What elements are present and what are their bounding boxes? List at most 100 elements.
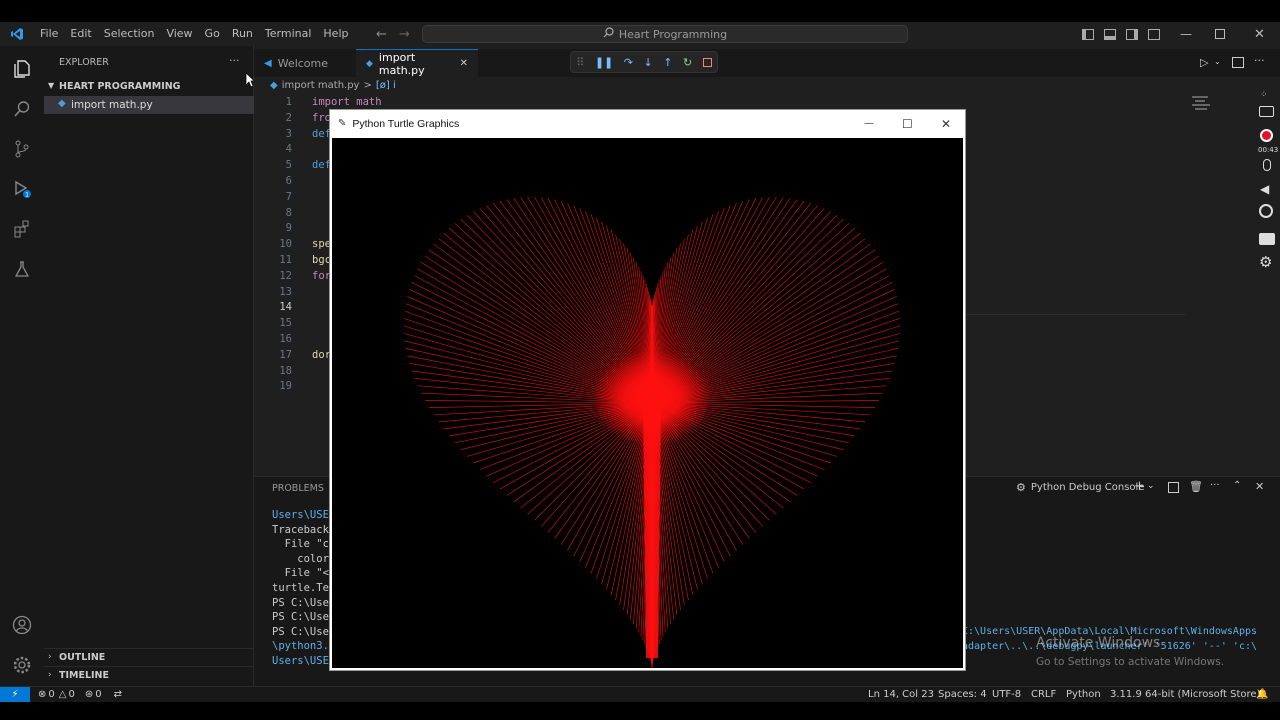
run-play-icon[interactable]: ▷ bbox=[1200, 56, 1208, 69]
split-editor-icon[interactable] bbox=[1232, 57, 1244, 68]
ports-icon[interactable]: ⊛ bbox=[85, 689, 93, 700]
timeline-section[interactable]: TIMELINE bbox=[59, 670, 109, 681]
breadcrumb-file[interactable]: import math.py bbox=[282, 80, 360, 91]
chevron-right-icon[interactable]: › bbox=[48, 670, 52, 680]
pause-icon[interactable]: ❚❚ bbox=[595, 56, 613, 69]
tab-problems[interactable]: PROBLEMS bbox=[272, 483, 324, 494]
menu-run[interactable]: Run bbox=[226, 22, 259, 46]
turtle-minimize-icon[interactable]: — bbox=[864, 118, 874, 129]
maximize-panel-icon[interactable]: ⌃ bbox=[1233, 480, 1241, 491]
turtle-maximize-icon[interactable]: ☐ bbox=[902, 117, 913, 131]
run-debug-icon[interactable]: 1 bbox=[11, 178, 33, 200]
step-out-icon[interactable]: ↑ bbox=[663, 56, 672, 69]
chevron-right-icon[interactable]: › bbox=[48, 652, 52, 662]
heart-drawing bbox=[403, 196, 901, 668]
outline-section[interactable]: OUTLINE bbox=[59, 652, 105, 663]
window-restore-icon[interactable] bbox=[1215, 29, 1225, 39]
more-actions-icon[interactable]: ··· bbox=[1254, 54, 1265, 67]
trash-icon[interactable]: 🗑 bbox=[1189, 480, 1203, 493]
turtle-titlebar[interactable]: ✎ Python Turtle Graphics — ☐ ✕ bbox=[330, 110, 965, 137]
testing-flask-icon[interactable] bbox=[11, 258, 33, 280]
tab-close-icon[interactable]: ✕ bbox=[460, 58, 468, 69]
layout-secondary-icon[interactable] bbox=[1126, 28, 1138, 40]
drag-handle-icon[interactable]: ⠿ bbox=[576, 56, 584, 69]
forward-arrow-icon[interactable]: → bbox=[399, 27, 410, 42]
command-center[interactable]: Heart Programming bbox=[422, 25, 908, 43]
menu-file[interactable]: File bbox=[34, 22, 64, 46]
terminal-line: File "c bbox=[272, 538, 329, 551]
search-icon bbox=[603, 27, 614, 41]
microphone-icon[interactable] bbox=[1263, 159, 1271, 171]
indentation[interactable]: Spaces: 4 bbox=[938, 689, 987, 700]
chevron-down-icon[interactable]: ⌄ bbox=[1214, 57, 1221, 66]
stop-icon[interactable] bbox=[702, 57, 712, 67]
step-into-icon[interactable]: ↓ bbox=[644, 56, 653, 69]
window-minimize-icon[interactable]: — bbox=[1180, 27, 1192, 41]
explorer-icon[interactable] bbox=[11, 58, 33, 80]
more-actions-icon[interactable]: ··· bbox=[1210, 480, 1220, 491]
more-actions-icon[interactable]: ··· bbox=[229, 54, 240, 67]
terminal-line: Traceback bbox=[272, 523, 329, 536]
terminal-select[interactable]: ⚙ Python Debug Console bbox=[1016, 481, 1144, 494]
accounts-icon[interactable] bbox=[11, 614, 33, 636]
webcam-icon[interactable] bbox=[1259, 204, 1273, 218]
menu-go[interactable]: Go bbox=[199, 22, 226, 46]
python-file-icon: ◆ bbox=[58, 98, 66, 109]
screen-icon[interactable] bbox=[1259, 233, 1275, 245]
line-number: 11 bbox=[279, 254, 292, 266]
ports-count[interactable]: 0 bbox=[95, 689, 101, 700]
split-terminal-icon[interactable] bbox=[1168, 482, 1179, 493]
notifications-bell-icon[interactable]: 🔔 bbox=[1256, 689, 1268, 700]
recorder-pin-icon[interactable]: ⁘ bbox=[1260, 90, 1268, 100]
customize-layout-icon[interactable] bbox=[1148, 28, 1160, 40]
minimap[interactable] bbox=[1192, 96, 1214, 116]
debug-icon[interactable]: ⇄ bbox=[114, 689, 122, 700]
current-line-highlight bbox=[964, 314, 1186, 315]
command-center-label: Heart Programming bbox=[618, 27, 728, 41]
record-button-icon[interactable] bbox=[1260, 129, 1273, 142]
tab-import-math-label: import math.py bbox=[378, 50, 425, 77]
warning-count[interactable]: 0 bbox=[68, 689, 74, 700]
cursor-position[interactable]: Ln 14, Col 23 bbox=[868, 689, 934, 700]
file-row-selected[interactable]: ◆ import math.py bbox=[44, 96, 254, 114]
layout-panel-icon[interactable] bbox=[1104, 28, 1116, 40]
menu-view[interactable]: View bbox=[160, 22, 198, 46]
camera-icon[interactable] bbox=[1259, 106, 1274, 117]
speaker-icon[interactable]: ◀ bbox=[1260, 182, 1269, 196]
end-of-line[interactable]: CRLF bbox=[1031, 689, 1056, 700]
activate-windows-title: Activate Windows bbox=[1036, 635, 1161, 651]
window-close-icon[interactable]: ✕ bbox=[1254, 27, 1265, 42]
language-mode[interactable]: Python bbox=[1066, 689, 1101, 700]
remote-indicator[interactable]: ⚡ bbox=[0, 687, 30, 702]
menu-edit[interactable]: Edit bbox=[64, 22, 97, 46]
back-arrow-icon[interactable]: ← bbox=[376, 27, 387, 42]
turtle-canvas[interactable] bbox=[332, 138, 963, 668]
search-sidebar-icon[interactable] bbox=[11, 98, 33, 120]
python-interpreter[interactable]: 3.11.9 64-bit (Microsoft Store) bbox=[1110, 689, 1260, 700]
restart-icon[interactable]: ↻ bbox=[683, 56, 692, 69]
chevron-down-icon[interactable]: ⌄ bbox=[1147, 481, 1155, 491]
error-count[interactable]: 0 bbox=[48, 689, 54, 700]
warning-icon[interactable]: △ bbox=[59, 689, 67, 700]
step-over-icon[interactable]: ↷ bbox=[624, 56, 633, 69]
tab-welcome[interactable]: ◀ Welcome bbox=[254, 49, 354, 77]
code-line[interactable]: import math bbox=[312, 96, 382, 108]
close-panel-icon[interactable]: ✕ bbox=[1255, 480, 1264, 493]
tab-import-math[interactable]: ◆ import math.py ✕ bbox=[356, 49, 478, 77]
folder-heading[interactable]: HEART PROGRAMMING bbox=[59, 81, 180, 92]
chevron-down-icon[interactable]: ▼ bbox=[48, 81, 54, 90]
encoding[interactable]: UTF-8 bbox=[992, 689, 1021, 700]
layout-sidebar-icon[interactable] bbox=[1082, 28, 1094, 40]
breadcrumb-symbol[interactable]: [ø] i bbox=[376, 80, 396, 91]
menu-selection[interactable]: Selection bbox=[98, 22, 161, 46]
menu-help[interactable]: Help bbox=[317, 22, 354, 46]
settings-gear-icon[interactable] bbox=[11, 654, 33, 676]
menu-terminal[interactable]: Terminal bbox=[259, 22, 318, 46]
extensions-icon[interactable] bbox=[11, 218, 33, 240]
status-bar: ⚡ ⊗ 0 △ 0 ⊛ 0 ⇄ Ln 14, Col 23 Spaces: 4 … bbox=[0, 686, 1280, 702]
source-control-icon[interactable] bbox=[11, 138, 33, 160]
turtle-close-icon[interactable]: ✕ bbox=[941, 117, 951, 131]
new-terminal-icon[interactable]: + bbox=[1134, 479, 1145, 494]
error-icon[interactable]: ⊗ bbox=[38, 689, 46, 700]
recorder-settings-icon[interactable]: ⚙ bbox=[1259, 253, 1272, 271]
